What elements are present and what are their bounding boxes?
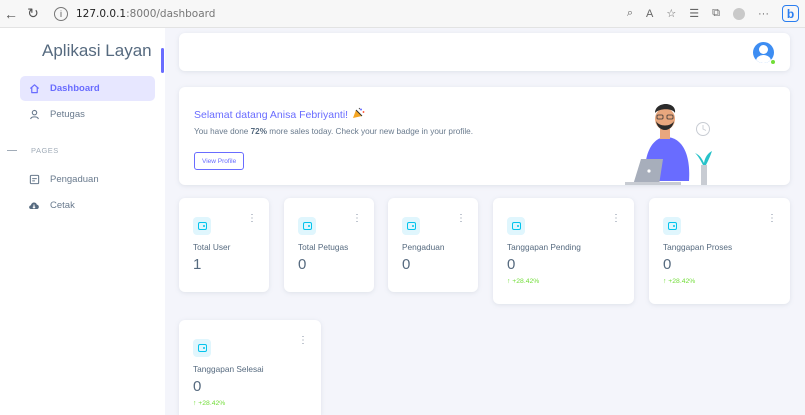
stat-card-total-user: ⋮ Total User 1 bbox=[179, 198, 269, 292]
stat-trend: ↑ +28.42% bbox=[663, 278, 696, 285]
address-bar[interactable]: 127.0.0.1:8000/dashboard bbox=[76, 8, 215, 20]
plant-pot bbox=[701, 165, 707, 185]
sidebar-item-dashboard[interactable]: Dashboard bbox=[20, 76, 155, 101]
welcome-title-text: Selamat datang Anisa Febriyanti! bbox=[194, 108, 349, 121]
active-indicator bbox=[161, 48, 164, 73]
sidebar-item-label: Cetak bbox=[50, 200, 75, 211]
welcome-text-before: You have done bbox=[194, 127, 251, 136]
sidebar-item-petugas[interactable]: Petugas bbox=[20, 102, 155, 127]
party-popper-icon bbox=[352, 107, 365, 122]
stat-label: Tanggapan Selesai bbox=[193, 364, 264, 374]
stat-value: 0 bbox=[402, 256, 411, 273]
stat-value: 1 bbox=[193, 256, 202, 273]
sidebar-item-pengaduan[interactable]: Pengaduan bbox=[20, 167, 155, 192]
avatar-head bbox=[759, 45, 768, 54]
wallet-icon bbox=[507, 217, 525, 235]
more-vertical-icon[interactable]: ⋮ bbox=[611, 213, 621, 224]
section-divider bbox=[7, 150, 17, 151]
stat-label: Total User bbox=[193, 242, 231, 252]
home-icon bbox=[28, 83, 40, 95]
more-vertical-icon[interactable]: ⋮ bbox=[298, 335, 308, 346]
stat-trend: ↑ +28.42% bbox=[507, 278, 540, 285]
browser-tools: ⌕ A ☆ ☰ ⧉ ··· b bbox=[627, 5, 799, 22]
stat-label: Pengaduan bbox=[402, 242, 445, 252]
sidebar-item-label: Dashboard bbox=[50, 83, 100, 94]
stat-label: Total Petugas bbox=[298, 242, 349, 252]
more-vertical-icon[interactable]: ⋮ bbox=[247, 213, 257, 224]
more-vertical-icon[interactable]: ⋮ bbox=[456, 213, 466, 224]
stat-card-tanggapan-selesai: ⋮ Tanggapan Selesai 0 ↑ +28.42% bbox=[179, 320, 321, 415]
stat-card-pengaduan: ⋮ Pengaduan 0 bbox=[388, 198, 478, 292]
welcome-text-after: more sales today. Check your new badge i… bbox=[267, 127, 474, 136]
stat-card-tanggapan-pending: ⋮ Tanggapan Pending 0 ↑ +28.42% bbox=[493, 198, 634, 304]
wallet-icon bbox=[193, 339, 211, 357]
stat-card-tanggapan-proses: ⋮ Tanggapan Proses 0 ↑ +28.42% bbox=[649, 198, 790, 304]
top-navbar bbox=[179, 33, 790, 71]
stat-value: 0 bbox=[663, 256, 672, 273]
stat-value: 0 bbox=[193, 378, 202, 395]
search-page-icon[interactable]: ⌕ bbox=[627, 7, 633, 20]
welcome-title: Selamat datang Anisa Febriyanti! bbox=[194, 107, 365, 122]
stat-card-total-petugas: ⋮ Total Petugas 0 bbox=[284, 198, 374, 292]
welcome-card: Selamat datang Anisa Febriyanti! You hav… bbox=[179, 87, 790, 185]
stat-label: Tanggapan Pending bbox=[507, 242, 581, 252]
more-icon[interactable]: ··· bbox=[758, 8, 769, 20]
sidebar-item-label: Petugas bbox=[50, 109, 85, 120]
wallet-icon bbox=[298, 217, 316, 235]
bing-icon[interactable]: b bbox=[782, 5, 799, 22]
stat-value: 0 bbox=[507, 256, 516, 273]
cloud-download-icon bbox=[28, 200, 40, 212]
app-brand[interactable]: Aplikasi Layan bbox=[42, 41, 152, 61]
plant bbox=[695, 151, 712, 165]
back-icon[interactable]: ← bbox=[0, 6, 22, 22]
reload-icon[interactable]: ↻ bbox=[22, 5, 44, 22]
online-status-dot bbox=[770, 59, 776, 65]
browser-toolbar: ← ↻ i 127.0.0.1:8000/dashboard ⌕ A ☆ ☰ ⧉… bbox=[0, 0, 805, 28]
more-vertical-icon[interactable]: ⋮ bbox=[767, 213, 777, 224]
sidebar-item-cetak[interactable]: Cetak bbox=[20, 193, 155, 218]
sidebar-item-label: Pengaduan bbox=[50, 174, 99, 185]
favorite-icon[interactable]: ☆ bbox=[666, 7, 676, 20]
user-icon bbox=[28, 109, 40, 121]
avatar-body bbox=[756, 55, 771, 63]
wallet-icon bbox=[402, 217, 420, 235]
wallet-icon bbox=[663, 217, 681, 235]
section-label: PAGES bbox=[31, 146, 59, 155]
report-icon bbox=[28, 174, 40, 186]
site-info-icon[interactable]: i bbox=[54, 6, 68, 21]
stat-label: Tanggapan Proses bbox=[663, 242, 733, 252]
favorites-list-icon[interactable]: ☰ bbox=[689, 7, 699, 20]
wallet-icon bbox=[193, 217, 211, 235]
more-vertical-icon[interactable]: ⋮ bbox=[352, 213, 362, 224]
profile-icon[interactable] bbox=[733, 7, 745, 20]
section-header-pages: PAGES bbox=[7, 146, 59, 155]
stat-value: 0 bbox=[298, 256, 307, 273]
welcome-description: You have done 72% more sales today. Chec… bbox=[194, 127, 473, 136]
collections-icon[interactable]: ⧉ bbox=[712, 7, 720, 20]
developer-illustration bbox=[625, 104, 712, 185]
sales-percent: 72% bbox=[250, 127, 267, 136]
view-profile-button[interactable]: View Profile bbox=[194, 152, 245, 170]
read-aloud-icon[interactable]: A bbox=[646, 8, 653, 20]
sidebar: Aplikasi Layan Dashboard Petugas PAGES P… bbox=[0, 28, 165, 415]
stat-trend: ↑ +28.42% bbox=[193, 400, 226, 407]
